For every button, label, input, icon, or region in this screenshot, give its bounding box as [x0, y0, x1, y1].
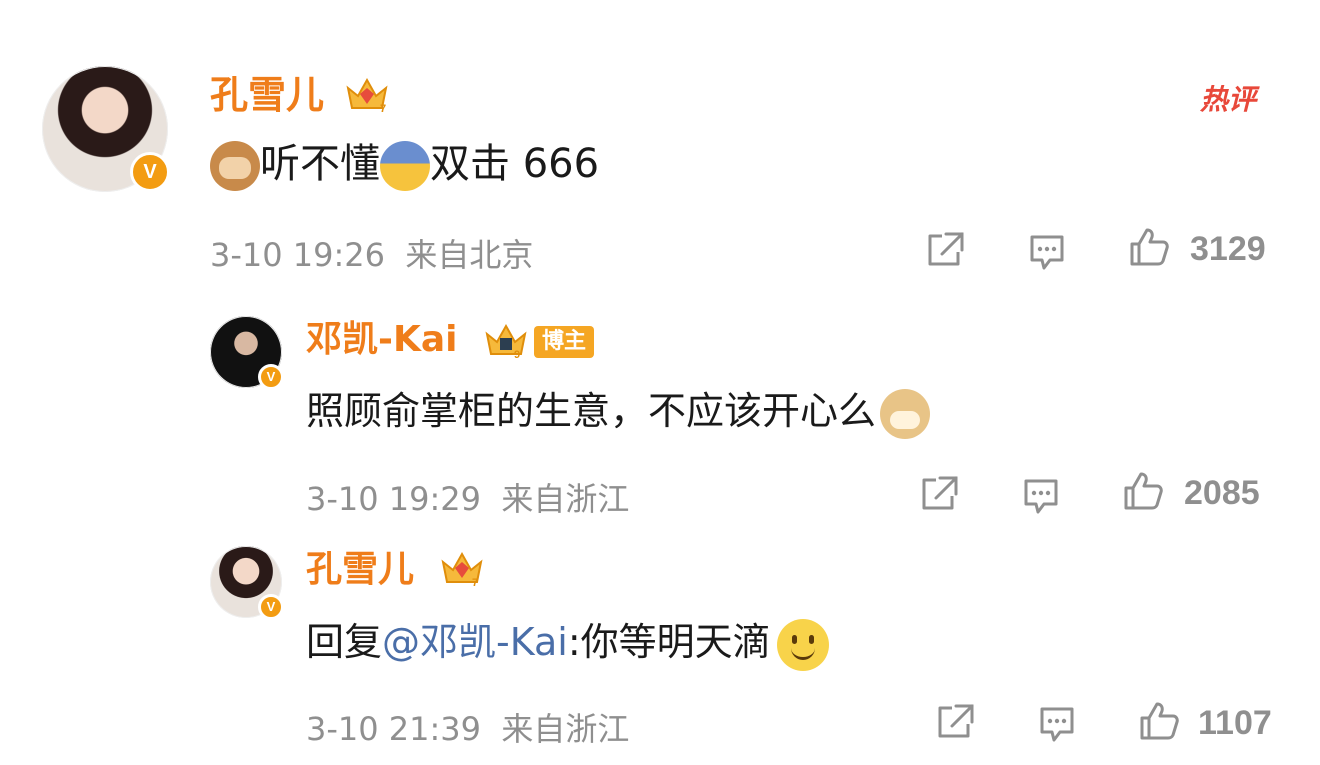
like-button[interactable] — [1138, 700, 1180, 742]
crown-level-icon: 9 — [484, 322, 528, 360]
doge-icon — [880, 388, 931, 439]
reply-time: 3-10 19:29 来自浙江 — [306, 480, 630, 518]
svg-text:7: 7 — [380, 103, 386, 114]
thumbs-up-icon — [1140, 702, 1179, 740]
hot-comment-badge: 热评 — [1200, 83, 1257, 116]
comment-icon[interactable] — [1020, 476, 1062, 516]
thumbs-up-icon — [1124, 472, 1163, 510]
like-count: 1107 — [1198, 704, 1272, 742]
user-name[interactable]: 孔雪儿 — [306, 548, 414, 592]
user-name[interactable]: 孔雪儿 — [210, 72, 324, 118]
comment-icon[interactable] — [1026, 232, 1068, 272]
svg-text:9: 9 — [514, 349, 520, 360]
user-name[interactable]: 邓凯-Kai — [306, 318, 457, 362]
like-count: 3129 — [1190, 230, 1266, 268]
crown-level-icon: 7 — [440, 550, 484, 588]
blogger-badge: 博主 — [534, 326, 595, 358]
fearful-face-icon — [380, 141, 430, 191]
crown-level-icon: 7 — [344, 74, 390, 114]
verified-badge-icon: V — [258, 364, 284, 390]
reply-text: 回复@邓凯-Kai:你等明天滴 — [306, 614, 829, 671]
thumbs-up-icon — [1130, 228, 1169, 266]
comment-time: 3-10 19:26 来自北京 — [210, 236, 534, 274]
comment-text: 听不懂 双击 666 — [210, 138, 599, 191]
share-icon[interactable] — [934, 702, 976, 742]
share-icon[interactable] — [924, 230, 966, 270]
share-icon[interactable] — [918, 474, 960, 514]
like-count: 2085 — [1184, 474, 1260, 512]
mention-link[interactable]: @邓凯-Kai — [382, 620, 568, 664]
reply-text: 照顾俞掌柜的生意，不应该开心么 — [306, 384, 931, 439]
verified-badge-icon: V — [130, 152, 170, 192]
svg-text:7: 7 — [472, 577, 478, 588]
see-no-evil-monkey-icon — [210, 141, 260, 191]
smile-face-icon — [776, 618, 829, 671]
verified-badge-icon: V — [258, 594, 284, 620]
like-button[interactable] — [1128, 226, 1170, 268]
comment-icon[interactable] — [1036, 704, 1078, 744]
like-button[interactable] — [1122, 470, 1164, 512]
reply-time: 3-10 21:39 来自浙江 — [306, 710, 630, 748]
